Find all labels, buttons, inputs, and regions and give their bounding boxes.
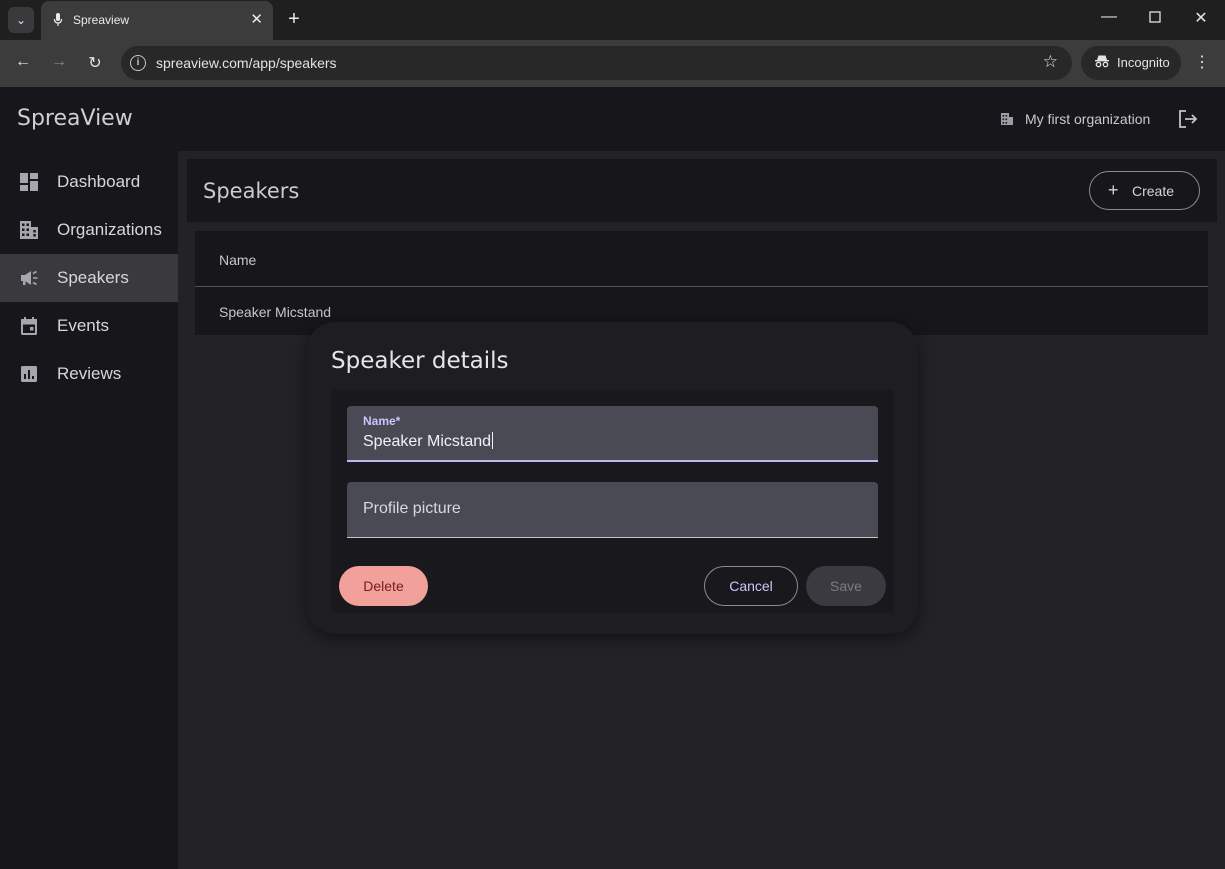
dashboard-icon	[19, 172, 39, 192]
sidebar: Dashboard Organizations Speakers Events	[0, 151, 178, 869]
sidebar-item-dashboard[interactable]: Dashboard	[0, 158, 178, 206]
tab-strip: ⌄ Spreaview ✕ + — ✕	[0, 0, 1225, 41]
organization-name: My first organization	[1025, 111, 1151, 127]
sidebar-item-speakers[interactable]: Speakers	[0, 254, 178, 302]
organizations-icon	[19, 220, 39, 240]
bookmark-star-icon[interactable]: ☆	[1043, 52, 1058, 72]
forward-icon[interactable]: →	[48, 53, 70, 71]
app-bar: SpreaView My first organization	[0, 87, 1225, 151]
sidebar-item-label: Reviews	[57, 364, 122, 383]
incognito-indicator[interactable]: Incognito	[1081, 46, 1181, 80]
incognito-label: Incognito	[1117, 55, 1170, 70]
speaker-details-dialog: Speaker details Name* Speaker Micstand P…	[307, 322, 918, 634]
menu-icon[interactable]: ⋮	[1194, 52, 1210, 72]
page-title: Speakers	[203, 179, 300, 203]
sidebar-item-reviews[interactable]: Reviews	[0, 350, 178, 398]
sidebar-item-label: Speakers	[57, 268, 129, 287]
close-tab-icon[interactable]: ✕	[250, 10, 263, 28]
create-button[interactable]: + Create	[1089, 171, 1200, 210]
browser-toolbar: ← → ↻ i spreaview.com/app/speakers ☆ Inc…	[0, 40, 1225, 87]
create-label: Create	[1132, 183, 1175, 199]
name-field-label: Name*	[363, 414, 401, 428]
url-text[interactable]: spreaview.com/app/speakers	[156, 55, 337, 71]
site-info-icon[interactable]: i	[130, 55, 146, 71]
table-row[interactable]: Speaker Micstand	[219, 304, 331, 320]
save-button[interactable]: Save	[806, 566, 886, 606]
cancel-button[interactable]: Cancel	[704, 566, 798, 606]
table-divider	[195, 286, 1208, 287]
profile-picture-field[interactable]: Profile picture	[347, 482, 878, 538]
name-field-value-wrap[interactable]: Speaker Micstand	[363, 432, 494, 451]
chart-icon	[19, 364, 39, 384]
new-tab-icon[interactable]: +	[283, 8, 305, 30]
favicon-microphone-icon	[53, 12, 63, 28]
dialog-title: Speaker details	[331, 348, 509, 374]
browser-window: ⌄ Spreaview ✕ + — ✕ ← → ↻ i spreaview.co…	[0, 0, 1225, 869]
tab-search-icon[interactable]: ⌄	[8, 7, 34, 33]
page-header: Speakers + Create	[187, 159, 1217, 222]
sidebar-item-label: Dashboard	[57, 172, 141, 191]
back-icon[interactable]: ←	[12, 53, 34, 71]
sidebar-item-label: Organizations	[57, 220, 162, 239]
profile-picture-label: Profile picture	[363, 500, 461, 517]
browser-tab[interactable]: Spreaview ✕	[41, 1, 273, 41]
speakers-table: Name Speaker Micstand	[195, 231, 1208, 335]
calendar-icon	[19, 316, 39, 336]
reload-icon[interactable]: ↻	[84, 53, 106, 73]
maximize-icon[interactable]	[1143, 8, 1167, 28]
sidebar-item-label: Events	[57, 316, 109, 335]
logout-icon[interactable]	[1177, 108, 1199, 130]
organization-icon	[1000, 112, 1014, 126]
incognito-icon	[1094, 54, 1110, 71]
address-bar[interactable]: i spreaview.com/app/speakers ☆	[121, 46, 1072, 80]
tab-title: Spreaview	[73, 13, 130, 27]
plus-icon: +	[1108, 180, 1119, 200]
campaign-icon	[19, 268, 39, 288]
close-window-icon[interactable]: ✕	[1189, 8, 1213, 28]
column-header-name[interactable]: Name	[219, 252, 256, 268]
name-field-value[interactable]: Speaker Micstand	[363, 433, 491, 450]
sidebar-item-events[interactable]: Events	[0, 302, 178, 350]
sidebar-item-organizations[interactable]: Organizations	[0, 206, 178, 254]
brand-title[interactable]: SpreaView	[17, 106, 133, 131]
delete-button[interactable]: Delete	[339, 566, 428, 606]
name-field[interactable]: Name* Speaker Micstand	[347, 406, 878, 462]
text-caret	[492, 432, 494, 449]
minimize-icon[interactable]: —	[1097, 8, 1121, 26]
